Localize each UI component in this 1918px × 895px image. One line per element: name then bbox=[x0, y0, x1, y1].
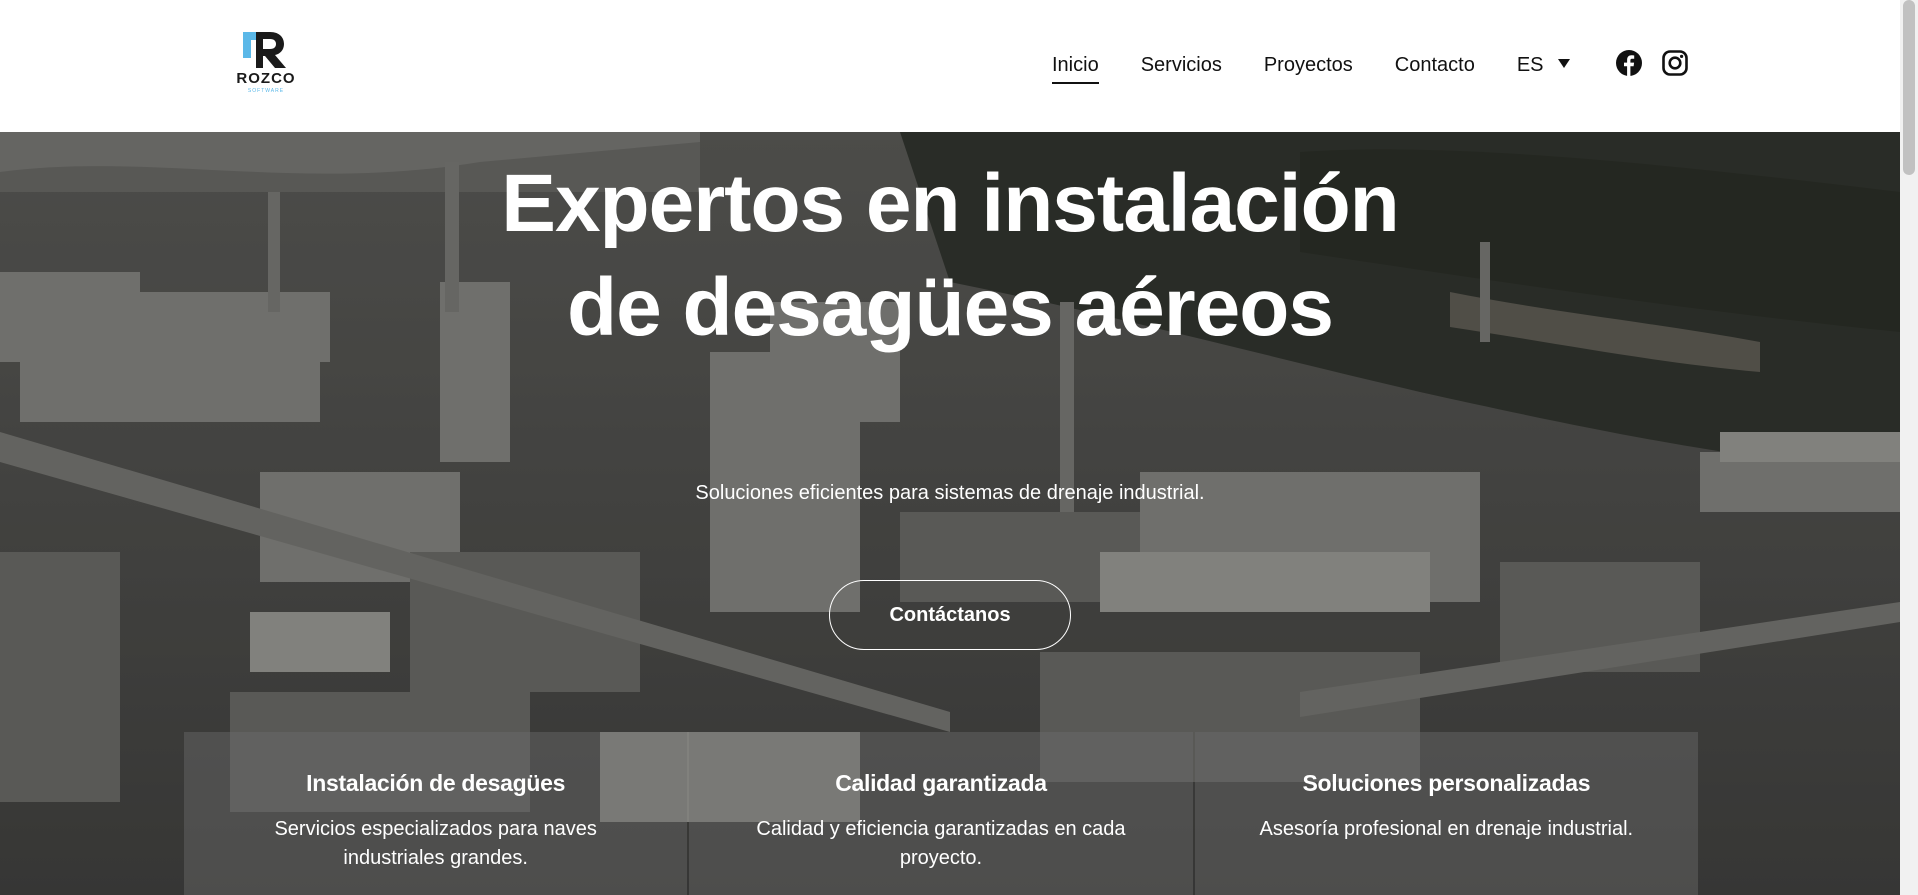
feature-card-title: Calidad garantizada bbox=[835, 770, 1047, 796]
hero-section: Expertos en instalación de desagües aére… bbox=[0, 132, 1900, 895]
feature-card-text: Servicios especializados para naves indu… bbox=[274, 818, 597, 869]
social-links bbox=[1615, 49, 1688, 81]
nav-item-proyectos[interactable]: Proyectos bbox=[1264, 53, 1353, 77]
feature-card-title: Soluciones personalizadas bbox=[1302, 770, 1591, 796]
main-nav: Inicio Servicios Proyectos Contacto ES bbox=[1052, 49, 1688, 84]
feature-card: Calidad garantizada Calidad y eficiencia… bbox=[689, 732, 1193, 895]
contact-button[interactable]: Contáctanos bbox=[829, 580, 1071, 650]
feature-card: Soluciones personalizadas Asesoría profe… bbox=[1194, 732, 1698, 895]
instagram-icon[interactable] bbox=[1661, 49, 1688, 81]
feature-cards: Instalación de desagües Servicios especi… bbox=[184, 732, 1698, 895]
logo-text: ROZCO bbox=[236, 70, 296, 87]
feature-card-title: Instalación de desagües bbox=[306, 770, 566, 796]
feature-card-text: Calidad y eficiencia garantizadas en cad… bbox=[756, 818, 1126, 869]
nav-item-inicio[interactable]: Inicio bbox=[1052, 53, 1099, 84]
feature-card: Instalación de desagües Servicios especi… bbox=[184, 732, 688, 895]
feature-card-text: Asesoría profesional en drenaje industri… bbox=[1259, 818, 1634, 840]
logo[interactable]: ROZCO SOFTWARE bbox=[230, 28, 302, 98]
facebook-icon[interactable] bbox=[1615, 49, 1642, 81]
caret-down-icon bbox=[1557, 58, 1570, 68]
language-selector[interactable]: ES bbox=[1517, 54, 1570, 77]
hero-title-line1: Expertos en instalación bbox=[501, 158, 1400, 249]
nav-item-contacto[interactable]: Contacto bbox=[1395, 53, 1475, 77]
page-scrollbar[interactable] bbox=[1900, 0, 1918, 895]
scrollbar-thumb[interactable] bbox=[1903, 0, 1915, 175]
hero-title: Expertos en instalación de desagües aére… bbox=[0, 152, 1900, 360]
site-header: ROZCO SOFTWARE Inicio Servicios Proyecto… bbox=[0, 0, 1900, 132]
language-label: ES bbox=[1516, 53, 1544, 76]
hero-title-line2: de desagües aéreos bbox=[567, 262, 1334, 353]
hero-subtitle: Soluciones eficientes para sistemas de d… bbox=[695, 482, 1205, 504]
logo-subtext: SOFTWARE bbox=[247, 88, 285, 94]
nav-item-servicios[interactable]: Servicios bbox=[1141, 53, 1222, 77]
logo-mark-icon bbox=[243, 32, 286, 68]
